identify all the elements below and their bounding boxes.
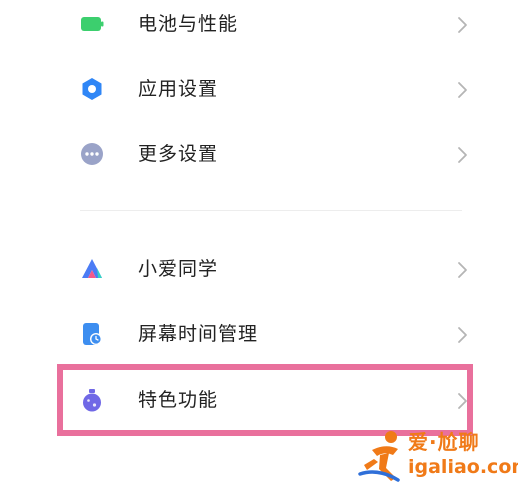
settings-item-label: 屏幕时间管理 [138,323,259,345]
settings-item-app-settings[interactable]: 应用设置 [0,61,518,117]
chevron-right-icon [456,15,470,35]
settings-item-label: 更多设置 [138,143,219,165]
settings-item-label: 小爱同学 [138,258,219,280]
section-divider [80,210,462,211]
settings-item-label: 应用设置 [138,78,219,100]
gear-icon [80,77,104,101]
settings-item-screen-time[interactable]: 屏幕时间管理 [0,306,518,362]
settings-screen: 电池与性能 应用设置 更多设置 小爱同学 屏幕时间管理 特色功能 爱·尬聊 ig… [0,0,518,493]
settings-item-label: 电池与性能 [138,13,239,35]
chevron-right-icon [456,260,470,280]
battery-icon [80,12,104,36]
screen-time-icon [80,322,104,346]
chevron-right-icon [456,325,470,345]
watermark-domain: igaliao.com [408,456,518,478]
xiaoai-icon [80,257,104,281]
chevron-right-icon [456,145,470,165]
runner-logo-icon [358,428,408,484]
chevron-right-icon [456,80,470,100]
settings-item-battery-performance[interactable]: 电池与性能 [0,0,518,52]
watermark-title: 爱·尬聊 [408,430,480,454]
watermark: 爱·尬聊 igaliao.com [358,424,518,490]
settings-item-xiaoai[interactable]: 小爱同学 [0,241,518,297]
settings-item-more-settings[interactable]: 更多设置 [0,126,518,182]
more-dots-icon [80,142,104,166]
